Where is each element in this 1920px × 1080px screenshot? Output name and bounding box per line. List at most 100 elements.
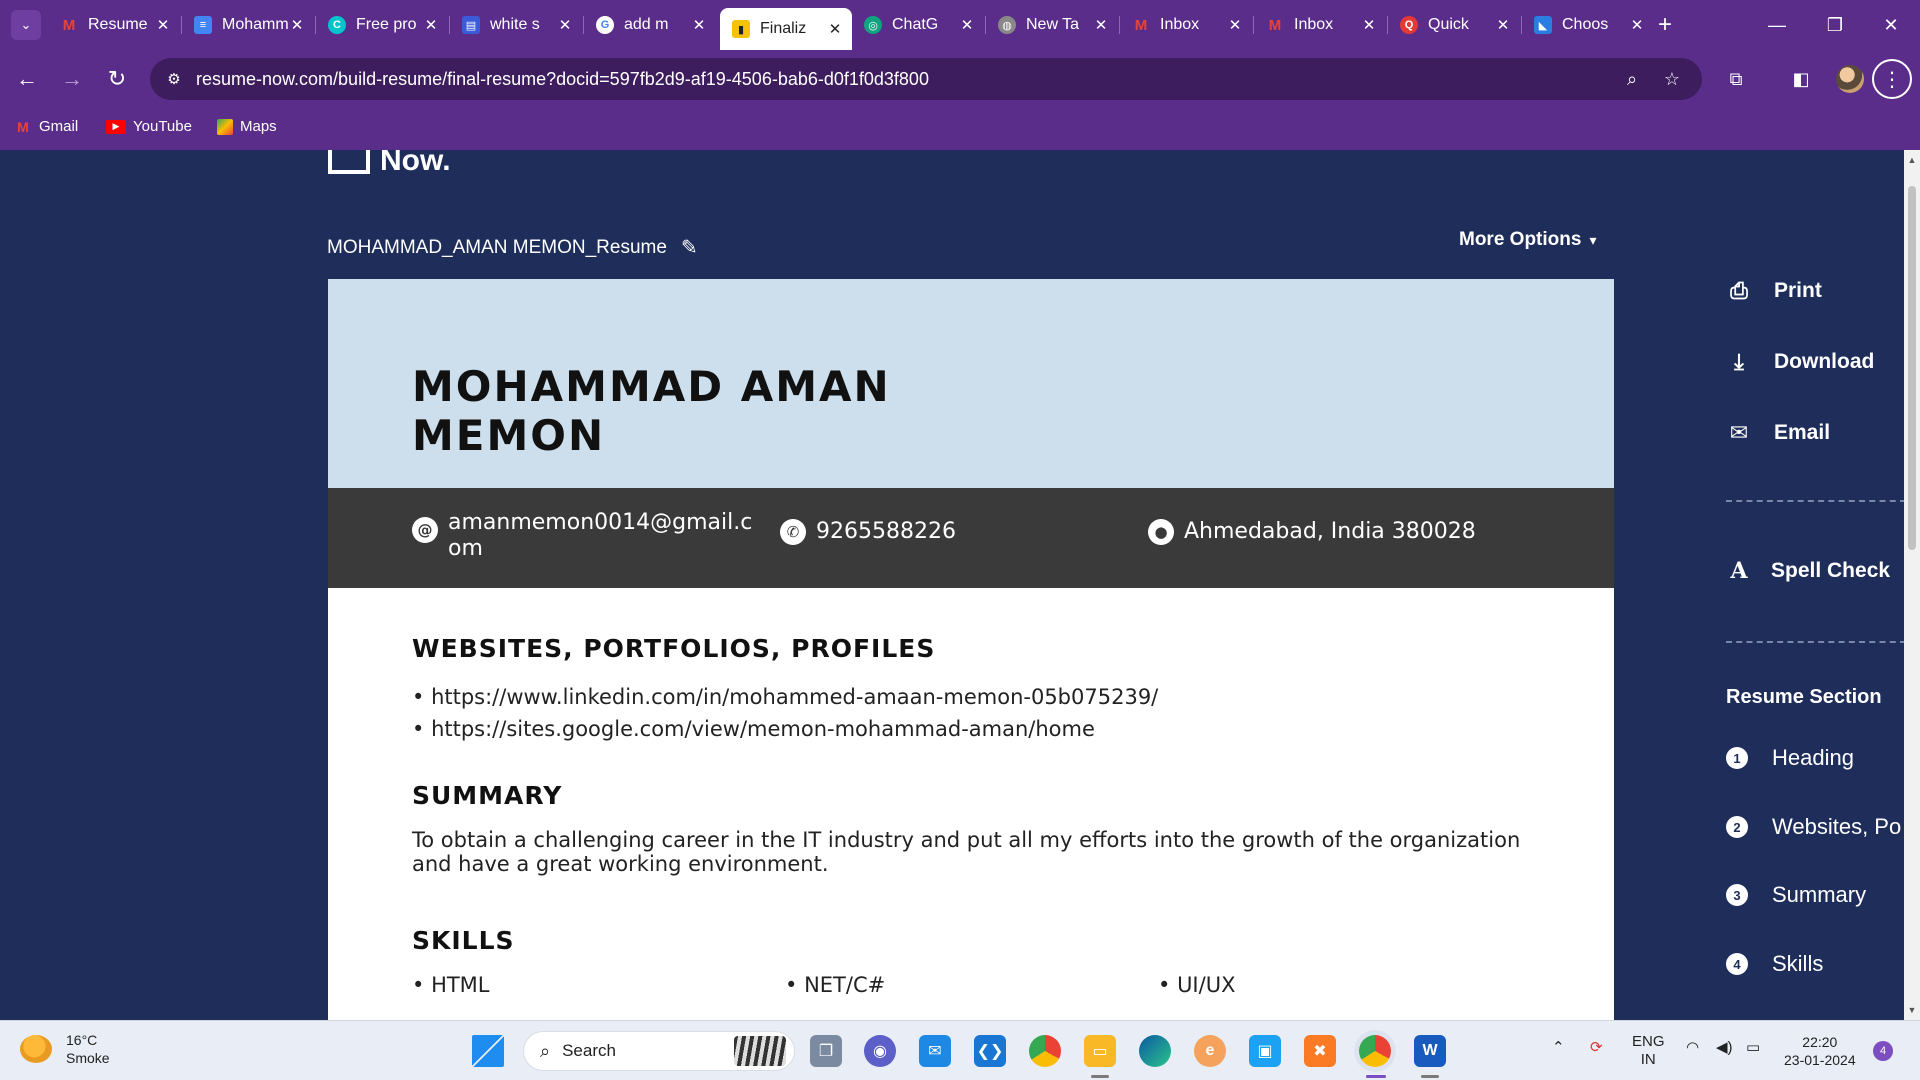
docs-icon: ≡ [194,16,212,34]
close-icon[interactable]: ✕ [1360,16,1378,34]
volume-icon[interactable]: ◀) [1716,1039,1733,1057]
close-icon[interactable]: ✕ [1092,16,1110,34]
back-arrow-icon[interactable]: ← [11,63,43,95]
bookmark-label: Maps [240,118,277,135]
task-view-icon[interactable]: ❐ [810,1035,842,1067]
tab-title: Finaliz [760,20,807,37]
scroll-thumb[interactable] [1908,186,1916,550]
tab-search-button[interactable]: ⌄ [11,10,41,40]
tab-white[interactable]: ▤ white s ✕ [450,8,582,42]
weather-widget[interactable]: 16°C Smoke [20,1031,110,1067]
scroll-up-arrow-icon[interactable]: ▲ [1904,152,1920,168]
website-link[interactable]: https://www.linkedin.com/in/mohammed-ama… [412,681,1614,713]
extensions-icon[interactable]: ⧉ [1722,65,1750,93]
print-button[interactable]: ⎙ Print [1726,278,1822,304]
profile-avatar[interactable] [1836,65,1864,93]
taskbar-search[interactable]: ⌕ Search [523,1031,795,1071]
teams-chat-icon[interactable]: ◉ [864,1035,896,1067]
forward-arrow-icon[interactable]: → [56,63,88,95]
tab-add[interactable]: G add m ✕ [584,8,716,42]
tab-quick[interactable]: Q Quick ✕ [1388,8,1520,42]
battery-icon[interactable]: ▭ [1746,1039,1760,1057]
language-indicator[interactable]: ENG IN [1632,1033,1665,1069]
new-tab-button[interactable]: + [1650,10,1680,40]
bookmark-youtube[interactable]: ▶ YouTube [106,118,192,135]
ie-icon[interactable]: e [1194,1035,1226,1067]
spell-check-label: Spell Check [1771,559,1891,582]
restore-icon[interactable]: ❐ [1806,0,1864,50]
more-options-button[interactable]: More Options ▾ [1459,229,1596,251]
address-bar[interactable]: ⚙ resume-now.com/build-resume/final-resu… [150,58,1702,100]
sync-icon[interactable]: ⟳ [1590,1039,1603,1057]
spell-check-icon: A [1730,558,1748,584]
reload-icon[interactable]: ↻ [101,63,133,95]
resume-header: MOHAMMAD AMAN MEMON [328,279,1614,488]
website-link[interactable]: https://sites.google.com/view/memon-moha… [412,713,1614,745]
weather-sun-icon [20,1035,52,1063]
edge-icon[interactable] [1139,1035,1171,1067]
gmail-icon: M [1134,16,1148,34]
close-window-icon[interactable]: ✕ [1862,0,1920,50]
site-info-icon[interactable]: ⚙ [162,67,186,91]
bookmark-gmail[interactable]: M Gmail [14,118,78,135]
star-icon[interactable]: ☆ [1660,67,1684,91]
sidebar-item-heading[interactable]: 1 Heading [1726,745,1854,771]
tab-title: Free pro [356,16,417,33]
chrome-menu-icon[interactable]: ⋮ [1872,59,1912,99]
resume-name-line: MEMON [412,411,606,460]
close-icon[interactable]: ✕ [1494,16,1512,34]
tab-free-pro[interactable]: C Free pro ✕ [316,8,448,42]
windows-start-icon[interactable] [472,1035,504,1067]
page-scrollbar[interactable]: ▲ ▼ [1904,150,1920,1020]
word-icon[interactable]: W [1414,1035,1446,1067]
close-icon[interactable]: ✕ [958,16,976,34]
spell-check-button[interactable]: A Spell Check [1726,558,1890,584]
close-icon[interactable]: ✕ [288,16,306,34]
close-icon[interactable]: ✕ [826,20,844,38]
vscode-icon[interactable]: ❮❯ [974,1035,1006,1067]
sidebar-item-skills[interactable]: 4 Skills [1726,951,1823,977]
chrome-icon[interactable] [1029,1035,1061,1067]
tab-mohammad[interactable]: ≡ Mohammad ✕ [182,8,314,42]
download-button[interactable]: ⤓ Download [1726,349,1874,375]
xampp-icon[interactable]: ✖ [1304,1035,1336,1067]
side-panel-icon[interactable]: ◧ [1787,65,1815,93]
tab-finalize[interactable]: ▮ Finaliz ✕ [720,8,852,50]
tab-chatgpt[interactable]: ◎ ChatG ✕ [852,8,984,42]
chevron-up-icon[interactable]: ⌃ [1552,1039,1565,1057]
sidebar-item-websites[interactable]: 2 Websites, Po [1726,814,1901,840]
close-icon[interactable]: ✕ [556,16,574,34]
close-icon[interactable]: ✕ [1226,16,1244,34]
chrome-active-icon[interactable] [1359,1035,1391,1067]
clock[interactable]: 22:20 23-01-2024 [1784,1033,1856,1069]
tab-inbox-1[interactable]: M Inbox ✕ [1120,8,1252,42]
minimize-icon[interactable]: — [1748,0,1806,50]
resume-preview[interactable]: MOHAMMAD AMAN MEMON @ amanmemon0014@gmai… [328,279,1614,1020]
download-label: Download [1774,350,1875,373]
file-explorer-icon[interactable]: ▭ [1084,1035,1116,1067]
weather-condition-text: Smoke [66,1050,110,1066]
sidebar-item-summary[interactable]: 3 Summary [1726,882,1866,908]
wifi-icon[interactable]: ◠ [1686,1039,1699,1057]
remote-desktop-icon[interactable]: ▣ [1249,1035,1281,1067]
close-icon[interactable]: ✕ [1628,16,1646,34]
mail-icon[interactable]: ✉ [919,1035,951,1067]
tab-inbox-2[interactable]: M Inbox ✕ [1254,8,1386,42]
email-button[interactable]: ✉ Email [1726,420,1830,446]
sidebar-item-label: Websites, Po [1772,814,1902,839]
close-icon[interactable]: ✕ [154,16,172,34]
close-icon[interactable]: ✕ [422,16,440,34]
tab-choose[interactable]: ◣ Choos ✕ [1522,8,1654,42]
tab-resume[interactable]: M Resume ✕ [48,8,180,42]
document-name[interactable]: MOHAMMAD_AMAN MEMON_Resume ✎ [327,235,698,260]
scroll-down-arrow-icon[interactable]: ▼ [1904,1002,1920,1018]
bookmark-maps[interactable]: Maps [217,118,277,135]
close-icon[interactable]: ✕ [690,16,708,34]
pencil-icon[interactable]: ✎ [681,235,698,260]
zoom-icon[interactable]: ⌕ [1620,67,1644,91]
url-text[interactable]: resume-now.com/build-resume/final-resume… [196,69,929,90]
browser-toolbar: ← → ↻ ⚙ resume-now.com/build-resume/fina… [0,50,1920,108]
tab-new-tab[interactable]: ◍ New Ta ✕ [986,8,1118,42]
site-logo[interactable]: Now. [380,150,451,178]
notification-badge[interactable]: 4 [1873,1041,1893,1061]
